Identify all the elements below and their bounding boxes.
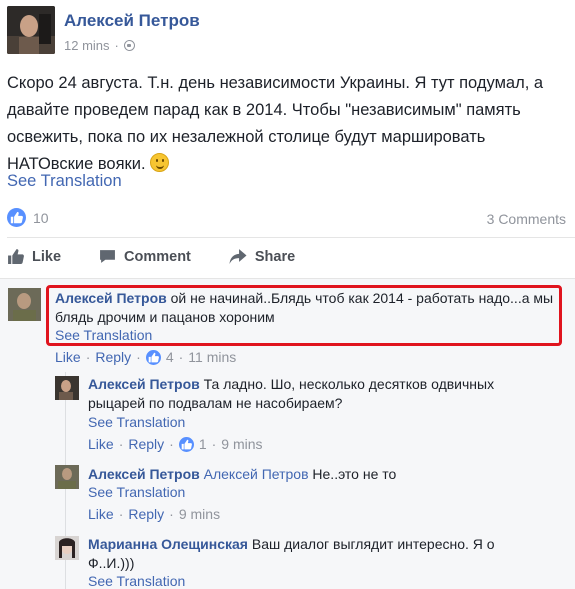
reply-like-link[interactable]: Like [88, 436, 114, 452]
comment-like-count[interactable]: 4 [166, 349, 174, 365]
reactions-summary[interactable]: 10 [7, 208, 49, 227]
share-button[interactable]: Share [229, 248, 295, 265]
meta-dot: · [169, 506, 174, 522]
reply-see-translation-link[interactable]: See Translation [88, 414, 185, 430]
reply-like-count[interactable]: 1 [199, 436, 207, 452]
reply-reply-link[interactable]: Reply [128, 436, 164, 452]
reply-author[interactable]: Марианна Олещинская [88, 536, 248, 552]
meta-dot: · [118, 436, 124, 452]
share-arrow-icon [229, 249, 247, 264]
comment-author[interactable]: Алексей Петров [55, 290, 167, 306]
comment-button[interactable]: Comment [99, 248, 191, 265]
reply-see-translation-link[interactable]: See Translation [88, 484, 185, 500]
post-body: Скоро 24 августа. Т.н. день независимост… [7, 70, 567, 178]
globe-icon[interactable] [123, 40, 135, 51]
comment-button-label: Comment [124, 248, 191, 265]
post-actions-bar: Like Comment Share [7, 248, 295, 265]
reply-like-link[interactable]: Like [88, 506, 114, 522]
like-reaction-icon [145, 349, 161, 365]
reply-meta: Like · Reply · 1 · 9 mins [88, 436, 263, 452]
meta-dot: · [85, 349, 91, 365]
reply-timestamp[interactable]: 9 mins [179, 506, 220, 522]
comment-timestamp[interactable]: 11 mins [188, 349, 236, 365]
reply-author[interactable]: Алексей Петров [88, 376, 200, 392]
share-button-label: Share [254, 248, 296, 265]
smiley-emoji-icon [150, 153, 170, 172]
meta-dot: · [118, 506, 124, 522]
comment-like-link[interactable]: Like [55, 349, 81, 365]
post-timestamp[interactable]: 12 mins [64, 38, 110, 53]
reply-reply-link[interactable]: Reply [128, 506, 164, 522]
reply-author[interactable]: Алексей Петров [88, 466, 200, 482]
like-count: 10 [33, 209, 49, 226]
like-reaction-icon [7, 208, 26, 227]
post-see-translation-link[interactable]: See Translation [7, 172, 122, 191]
like-button[interactable]: Like [7, 248, 61, 265]
meta-dot: · [136, 349, 141, 365]
reply-body: Алексей Петров Та ладно. Шо, несколько д… [88, 375, 528, 413]
reply-body: Марианна Олещинская Ваш диалог выглядит … [88, 535, 518, 573]
comment-reply-link[interactable]: Reply [95, 349, 131, 365]
author-avatar[interactable] [7, 6, 55, 54]
reply-meta: Like · Reply · 9 mins [88, 506, 220, 522]
commenter-avatar[interactable] [8, 288, 41, 321]
post-author-name[interactable]: Алексей Петров [64, 11, 200, 31]
comment-body: Алексей Петров ой не начинай..Блядь чтоб… [55, 289, 555, 327]
comment-see-translation-link[interactable]: See Translation [55, 327, 152, 343]
like-button-label: Like [32, 248, 62, 265]
like-reaction-icon [178, 436, 194, 452]
thumbs-up-icon [8, 249, 24, 264]
comment-bubble-icon [100, 250, 115, 263]
meta-dot: · [178, 349, 184, 365]
reply-text: Не..это не то [312, 466, 397, 482]
reply-body: Алексей Петров Алексей Петров Не..это не… [88, 465, 528, 484]
meta-dot: · [211, 436, 217, 452]
divider [7, 237, 575, 238]
meta-dot: · [169, 436, 174, 452]
reply-timestamp[interactable]: 9 mins [221, 436, 262, 452]
commenter-avatar[interactable] [55, 465, 79, 489]
comments-count-link[interactable]: 3 Comments [487, 211, 566, 227]
post-meta: 12 mins · [64, 38, 135, 53]
comment-meta: Like · Reply · 4 · 11 mins [55, 349, 236, 365]
post-text: Скоро 24 августа. Т.н. день независимост… [7, 74, 544, 173]
meta-separator: · [114, 38, 119, 53]
commenter-avatar[interactable] [55, 536, 79, 560]
mention-link[interactable]: Алексей Петров [204, 466, 309, 482]
commenter-avatar[interactable] [55, 376, 79, 400]
reply-see-translation-link[interactable]: See Translation [88, 573, 185, 589]
